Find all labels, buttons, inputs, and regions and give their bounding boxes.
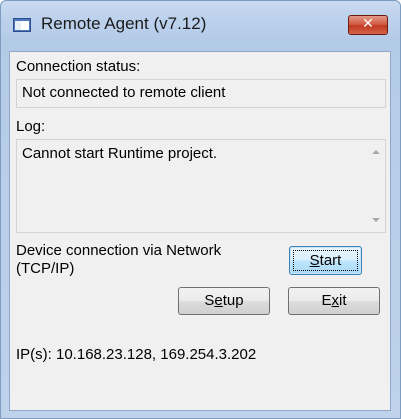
- connection-status-label: Connection status:: [16, 58, 141, 75]
- app-window-icon: [13, 18, 31, 32]
- focus-ring: [293, 250, 358, 271]
- setup-button[interactable]: Setup: [178, 287, 270, 315]
- log-scrollbar[interactable]: [368, 140, 385, 232]
- log-text: Cannot start Runtime project.: [22, 145, 218, 162]
- connection-status-field[interactable]: Not connected to remote client: [16, 79, 386, 108]
- title-bar[interactable]: Remote Agent (v7.12) ✕: [1, 1, 400, 41]
- exit-button[interactable]: Exit: [288, 287, 380, 315]
- window-title: Remote Agent (v7.12): [41, 14, 207, 33]
- log-textarea[interactable]: Cannot start Runtime project.: [16, 139, 386, 233]
- scroll-up-arrow-icon[interactable]: [372, 150, 380, 154]
- remote-agent-window: Remote Agent (v7.12) ✕ Connection status…: [0, 0, 401, 419]
- close-icon: ✕: [362, 16, 374, 32]
- dialog-client-area: Connection status: Not connected to remo…: [9, 51, 391, 411]
- start-button[interactable]: Start: [289, 246, 362, 275]
- close-button[interactable]: ✕: [348, 15, 388, 35]
- ip-addresses-text: IP(s): 10.168.23.128, 169.254.3.202: [16, 346, 257, 363]
- device-connection-label-line2: (TCP/IP): [16, 260, 75, 277]
- log-label: Log:: [16, 118, 46, 135]
- scroll-down-arrow-icon[interactable]: [372, 218, 380, 222]
- device-connection-label-line1: Device connection via Network: [16, 242, 222, 259]
